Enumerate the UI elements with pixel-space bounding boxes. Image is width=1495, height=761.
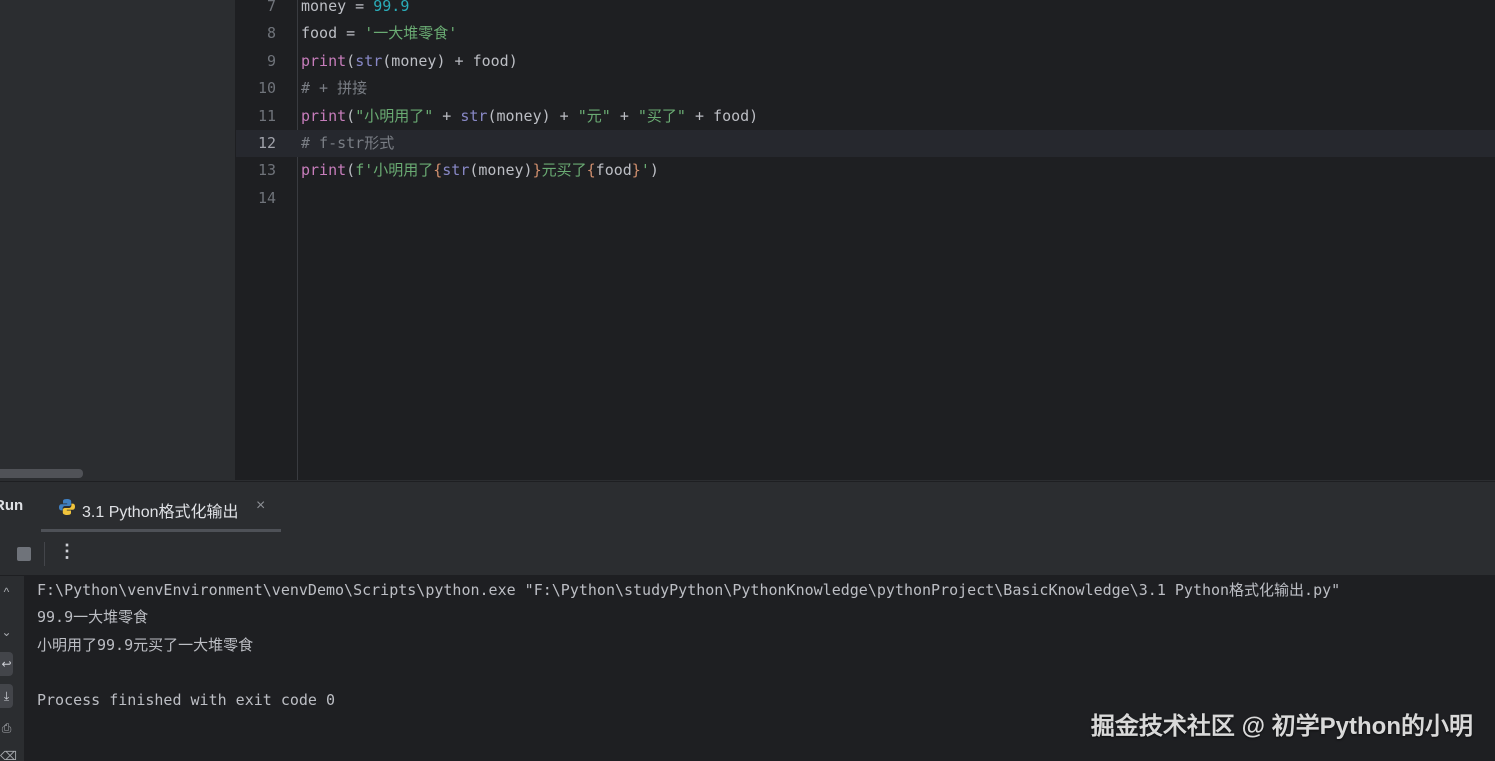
code-token: + food) (685, 106, 759, 125)
ide-window: 7 money = 99.9 8 food = '一大堆零食' 9 print(str(m… (0, 0, 1495, 761)
code-token: str (460, 106, 488, 125)
code-token: ) (649, 161, 659, 180)
console-line: F:\Python\venvEnvironment\venvDemo\Scrip… (37, 581, 1341, 599)
code-token: str (355, 51, 383, 70)
line-number: 14 (257, 188, 276, 207)
code-token: # + 拼接 (301, 79, 368, 98)
code-text: food = '一大堆零食' (301, 20, 457, 47)
run-config-tab[interactable]: 3.1 Python格式化输出 × (41, 482, 281, 532)
code-token: + (433, 106, 461, 125)
code-token: 元买了 (541, 161, 587, 180)
code-text: # + 拼接 (301, 75, 367, 102)
code-token: ( (346, 51, 356, 70)
toolbar-divider (44, 542, 45, 566)
close-icon[interactable]: × (256, 497, 265, 515)
stop-icon[interactable] (17, 547, 31, 561)
console-line: 99.9一大堆零食 (37, 608, 149, 627)
line-number: 9 (266, 51, 276, 70)
line-number: 12 (257, 134, 276, 152)
code-token: print (301, 161, 347, 180)
trash-icon[interactable]: ⌫ (0, 746, 17, 761)
console-line: 小明用了99.9元买了一大堆零食 (37, 635, 254, 654)
run-tool-window-title[interactable]: Run (0, 497, 23, 514)
code-text: print(str(money) + food) (301, 48, 518, 75)
code-token: "买了" (637, 106, 686, 125)
code-token: '一大堆零食' (364, 24, 458, 43)
code-token: food (595, 161, 632, 180)
code-token: "小明用了" (355, 106, 434, 125)
code-token: 99.9 (373, 0, 410, 15)
code-token: (money) + food) (382, 51, 518, 70)
code-token: + (610, 106, 638, 125)
up-icon[interactable]: ^ (0, 582, 13, 602)
watermark: 掘金技术社区 @ 初学Python的小明 (1090, 713, 1473, 740)
code-line[interactable]: 12 # f-str形式 (236, 130, 1495, 157)
code-token: ( (346, 106, 356, 125)
code-token: f'小明用了 (355, 161, 434, 180)
scroll-to-end-icon[interactable]: ⤓ (0, 684, 13, 708)
code-token: print (301, 51, 347, 70)
code-token: { (586, 161, 596, 180)
code-token: ' (640, 161, 650, 180)
code-line[interactable]: 10 # + 拼接 (236, 75, 1495, 102)
code-editor[interactable]: 7 money = 99.9 8 food = '一大堆零食' 9 print(str(m… (236, 0, 1495, 480)
code-token: ( (346, 161, 356, 180)
run-side-toolbar: ^ ⌄ ↩ ⤓ ⎙ ⌫ (0, 576, 25, 761)
code-line[interactable]: 13 print(f'小明用了{str(money)}元买了{food}') (236, 157, 1495, 184)
code-token: (money) + (487, 106, 578, 125)
code-token: print (301, 106, 347, 125)
code-text: print("小明用了" + str(money) + "元" + "买了" +… (301, 103, 758, 130)
code-line[interactable]: 14 (236, 185, 1495, 212)
code-token: food = (301, 24, 365, 43)
code-token: str (442, 161, 470, 180)
horizontal-scrollbar[interactable] (0, 469, 83, 478)
more-vertical-icon[interactable]: ⋮ (58, 541, 76, 562)
code-token: "元" (577, 106, 611, 125)
line-number: 7 (266, 0, 276, 15)
wrap-icon[interactable]: ↩ (0, 652, 13, 676)
line-number: 11 (257, 106, 276, 125)
code-token: } (631, 161, 641, 180)
code-token: # f-str形式 (301, 134, 395, 152)
code-token: (money) (469, 161, 533, 180)
print-icon[interactable]: ⎙ (0, 718, 13, 738)
code-text: # f-str形式 (301, 130, 394, 157)
project-panel (0, 0, 236, 480)
python-icon (59, 499, 75, 515)
down-icon[interactable]: ⌄ (0, 622, 13, 642)
run-tool-header: Run 3.1 Python格式化输出 × (0, 481, 1495, 533)
code-token: { (433, 161, 443, 180)
code-token: } (532, 161, 542, 180)
line-number: 10 (257, 79, 276, 98)
code-line[interactable]: 11 print("小明用了" + str(money) + "元" + "买了"… (236, 103, 1495, 130)
line-number: 8 (266, 24, 276, 43)
code-line[interactable]: 9 print(str(money) + food) (236, 48, 1495, 75)
console-line: Process finished with exit code 0 (37, 690, 336, 709)
run-tab-label: 3.1 Python格式化输出 (82, 504, 239, 521)
code-text: money = 99.9 (301, 0, 409, 20)
code-line[interactable]: 7 money = 99.9 (236, 0, 1495, 20)
code-token: money = (301, 0, 374, 15)
run-toolbar: ⋮ (0, 532, 1495, 576)
line-number: 13 (257, 161, 276, 180)
code-line[interactable]: 8 food = '一大堆零食' (236, 20, 1495, 47)
code-text: print(f'小明用了{str(money)}元买了{food}') (301, 157, 659, 184)
